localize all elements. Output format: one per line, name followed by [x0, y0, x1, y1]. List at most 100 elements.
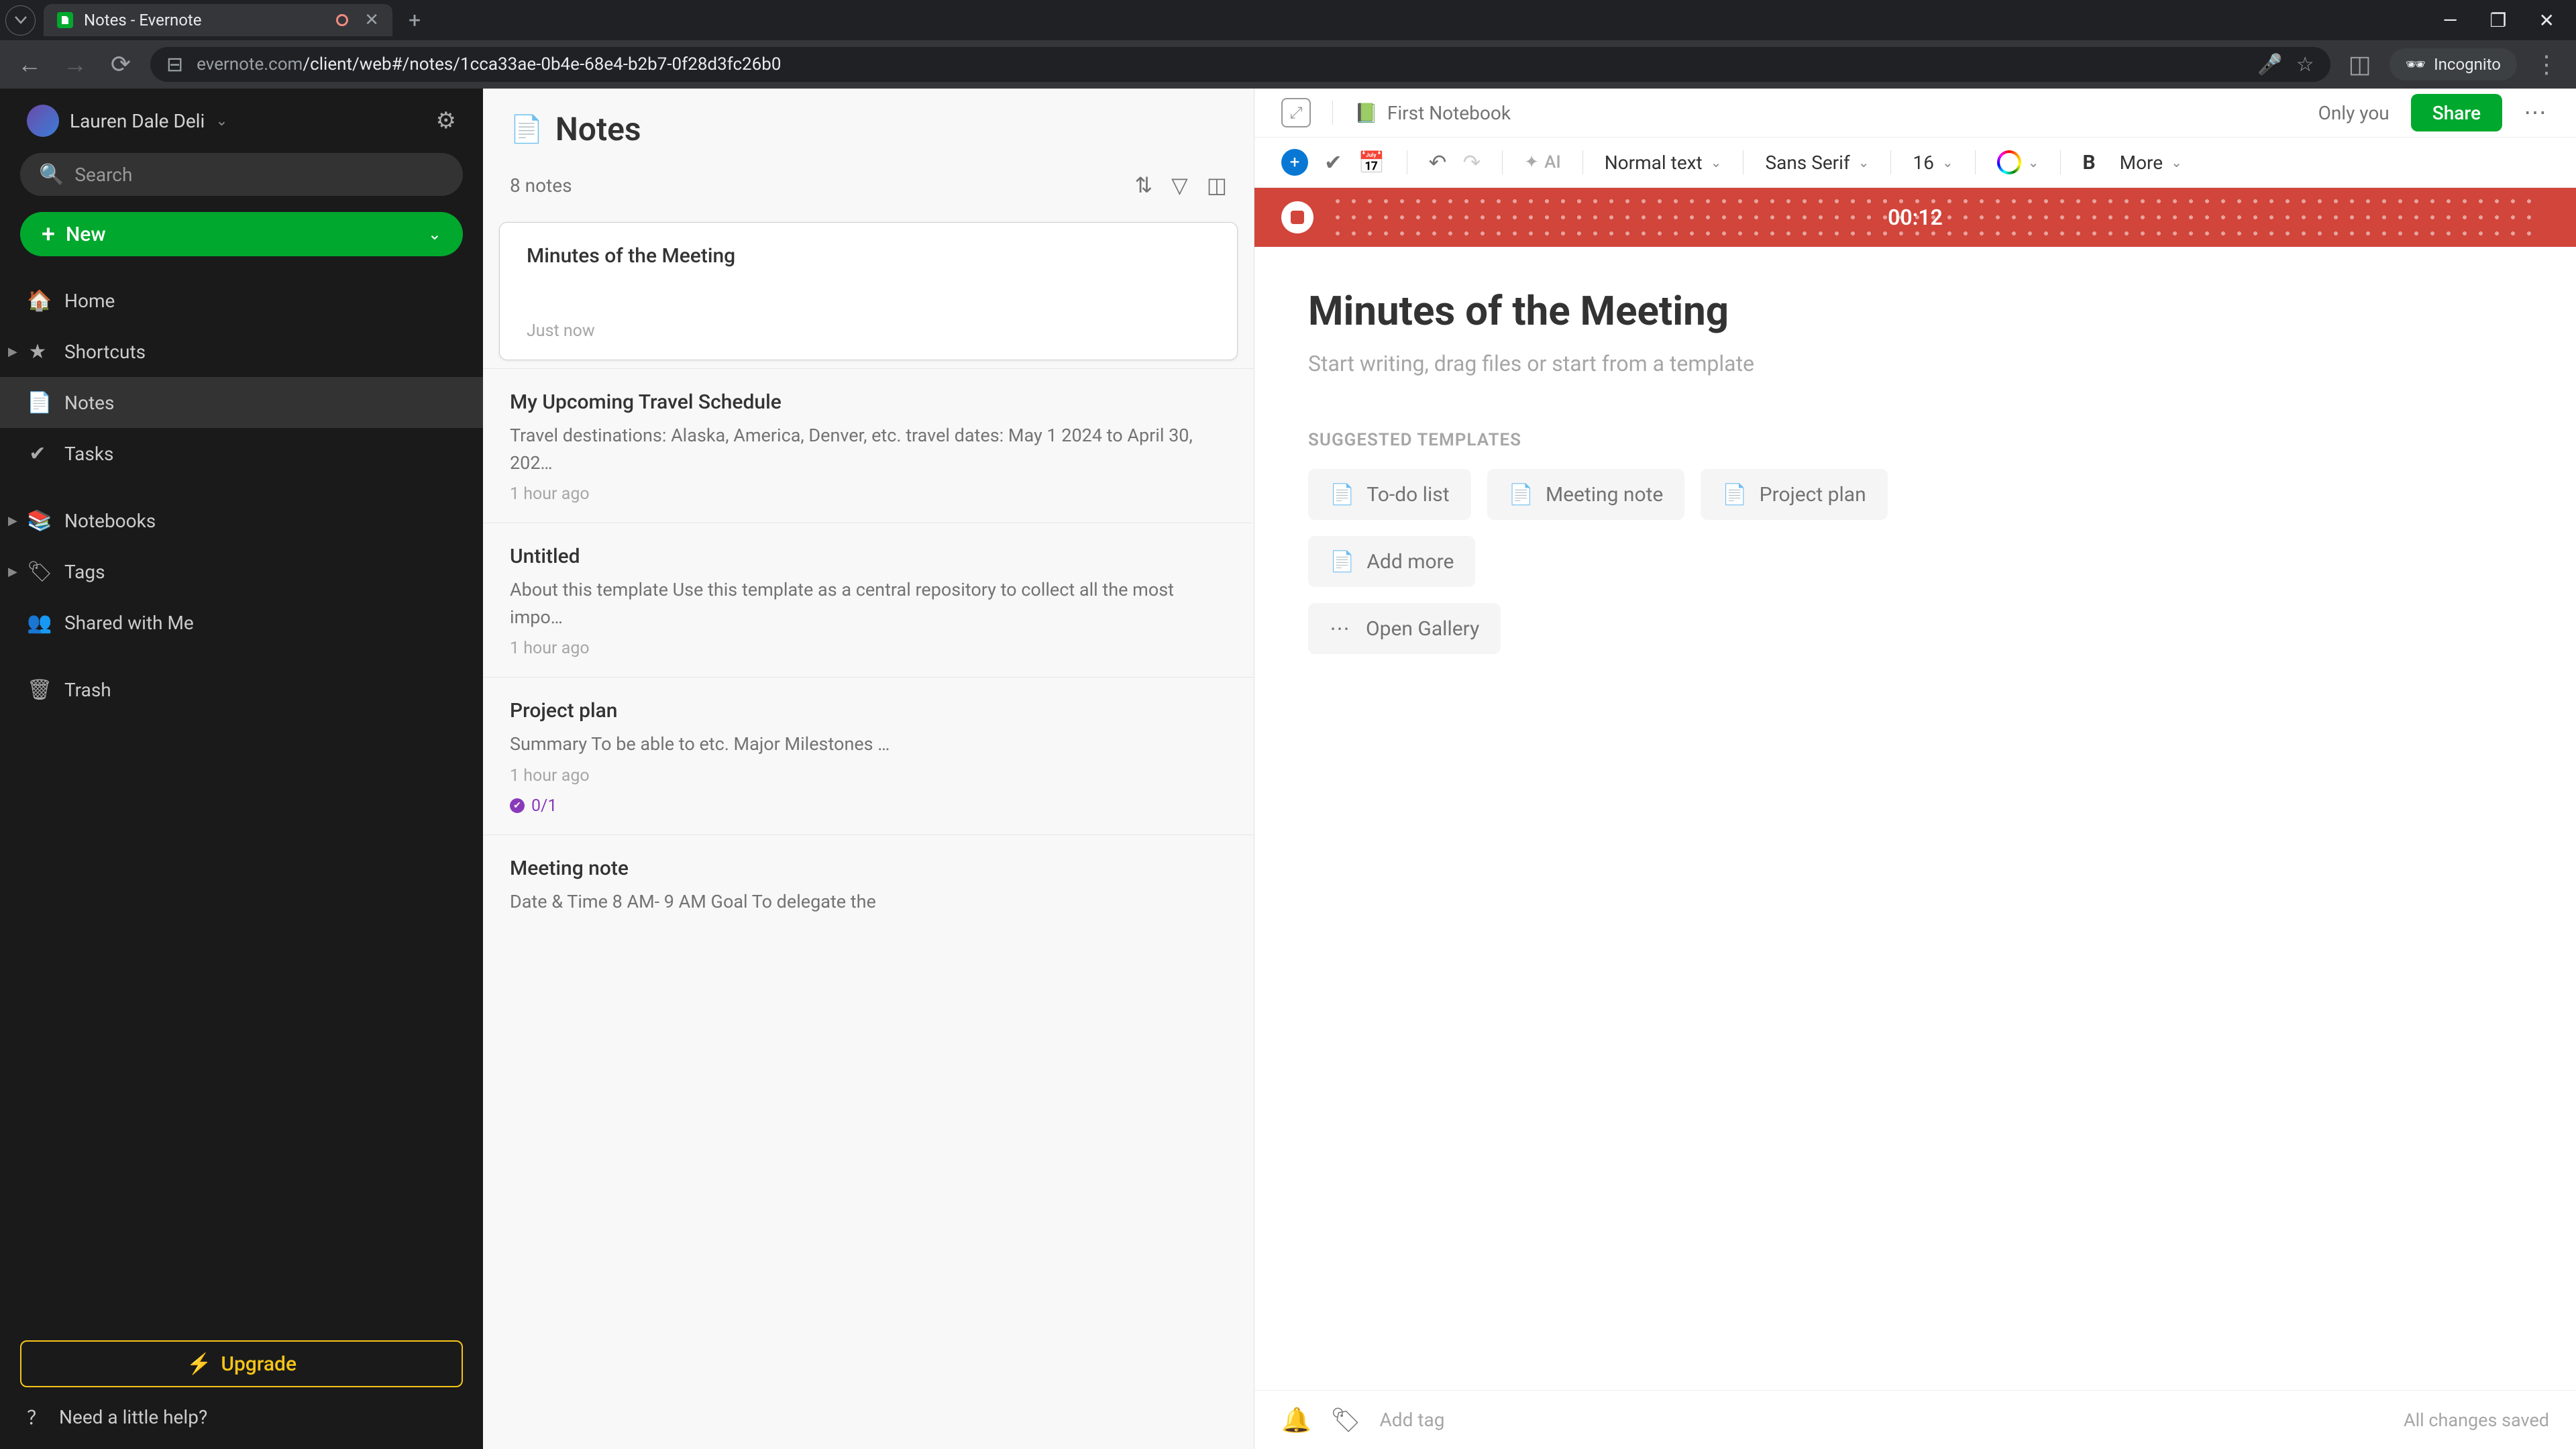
- note-list-item[interactable]: Meeting note Date & Time 8 AM- 9 AM Goal…: [483, 835, 1254, 943]
- note-timestamp: Just now: [527, 321, 1210, 341]
- tag-icon: 🏷: [27, 560, 48, 584]
- nav-label: Home: [64, 290, 115, 312]
- task-icon[interactable]: ✔: [1324, 150, 1342, 175]
- chevron-down-icon[interactable]: ⌄: [428, 225, 441, 244]
- open-gallery-button[interactable]: ⋯ Open Gallery: [1308, 603, 1501, 654]
- sidebar-item-trash[interactable]: 🗑 Trash: [0, 664, 483, 715]
- ai-button[interactable]: ✦ AI: [1524, 152, 1560, 172]
- note-list-item[interactable]: My Upcoming Travel Schedule Travel desti…: [483, 368, 1254, 523]
- notebook-name: First Notebook: [1387, 102, 1511, 124]
- minimize-button[interactable]: —: [2443, 9, 2458, 32]
- note-list-item[interactable]: Project plan Summary To be able to etc. …: [483, 677, 1254, 835]
- share-button[interactable]: Share: [2411, 94, 2502, 131]
- document-icon: 📄: [1722, 483, 1747, 506]
- filter-icon[interactable]: ▽: [1171, 172, 1188, 198]
- font-size-select[interactable]: 16 ⌄: [1913, 152, 1953, 174]
- browser-titlebar: Notes - Evernote ✕ + — ❐ ✕: [0, 0, 2576, 40]
- more-formatting-select[interactable]: More ⌄: [2120, 152, 2182, 174]
- sidebar-item-tasks[interactable]: ✔ Tasks: [0, 428, 483, 479]
- font-family-select[interactable]: Sans Serif ⌄: [1765, 152, 1869, 174]
- editor-toolbar: + ✔ 📅 ↶ ↷ ✦ AI Normal text ⌄ Sans Se: [1254, 137, 2576, 188]
- sidebar-item-notes[interactable]: 📄 Notes: [0, 377, 483, 428]
- new-note-button[interactable]: + New ⌄: [20, 212, 463, 256]
- undo-icon[interactable]: ↶: [1429, 150, 1447, 175]
- note-title: Minutes of the Meeting: [527, 244, 1210, 268]
- reminder-icon[interactable]: 🔔: [1281, 1406, 1311, 1434]
- nav-label: Tasks: [64, 443, 114, 465]
- notebook-icon: 📚: [27, 509, 48, 533]
- expand-caret-icon[interactable]: ▶: [8, 565, 17, 579]
- lightning-icon: ⚡: [186, 1352, 211, 1376]
- incognito-label: Incognito: [2434, 55, 2501, 74]
- note-title-input[interactable]: Minutes of the Meeting: [1308, 287, 2522, 335]
- account-switcher[interactable]: Lauren Dale Deli ⌄ ⚙: [0, 105, 483, 153]
- note-list-item[interactable]: Untitled About this template Use this te…: [483, 523, 1254, 677]
- note-timestamp: 1 hour ago: [510, 484, 1227, 504]
- back-button[interactable]: ←: [13, 50, 46, 78]
- view-toggle-icon[interactable]: ◫: [1207, 172, 1227, 198]
- sparkle-icon: ✦: [1524, 152, 1539, 172]
- sidebar-item-home[interactable]: 🏠 Home: [0, 275, 483, 326]
- bookmark-star-icon[interactable]: ☆: [2296, 53, 2314, 76]
- expand-caret-icon[interactable]: ▶: [8, 345, 17, 359]
- note-list-item[interactable]: Minutes of the Meeting Just now: [499, 222, 1238, 360]
- sidebar-item-shared[interactable]: 👥 Shared with Me: [0, 597, 483, 648]
- help-link[interactable]: ？ Need a little help?: [0, 1403, 483, 1449]
- expand-caret-icon[interactable]: ▶: [8, 514, 17, 528]
- maximize-button[interactable]: ❐: [2489, 9, 2506, 32]
- side-panel-icon[interactable]: ◫: [2344, 50, 2376, 78]
- bold-button[interactable]: B: [2082, 151, 2095, 174]
- text-style-select[interactable]: Normal text ⌄: [1605, 152, 1722, 174]
- add-tag-icon[interactable]: 🏷: [1330, 1406, 1361, 1434]
- search-input[interactable]: 🔍 Search: [20, 153, 463, 196]
- help-label: Need a little help?: [59, 1406, 207, 1428]
- nav-label: Tags: [64, 561, 105, 583]
- browser-menu-icon[interactable]: ⋮: [2530, 50, 2563, 78]
- nav-label: Shortcuts: [64, 341, 146, 363]
- recording-bar: 00:12: [1254, 188, 2576, 247]
- address-bar[interactable]: ⊟ evernote.com/client/web#/notes/1cca33a…: [150, 47, 2330, 82]
- user-name: Lauren Dale Deli: [70, 110, 205, 132]
- browser-tab[interactable]: Notes - Evernote ✕: [44, 4, 392, 36]
- check-circle-icon: ✔: [27, 442, 48, 466]
- editor-body[interactable]: Minutes of the Meeting Start writing, dr…: [1254, 247, 2576, 1390]
- add-more-label: Add more: [1366, 550, 1454, 574]
- template-project-plan[interactable]: 📄 Project plan: [1701, 469, 1887, 520]
- note-preview: About this template Use this template as…: [510, 576, 1227, 631]
- tab-search-dropdown[interactable]: [5, 5, 36, 36]
- site-info-icon[interactable]: ⊟: [166, 53, 183, 76]
- template-label: Meeting note: [1546, 483, 1663, 506]
- window-controls: — ❐ ✕: [2443, 9, 2571, 32]
- template-meeting-note[interactable]: 📄 Meeting note: [1487, 469, 1685, 520]
- sort-icon[interactable]: ⇅: [1134, 172, 1152, 198]
- upgrade-button[interactable]: ⚡ Upgrade: [20, 1340, 463, 1387]
- note-more-menu-icon[interactable]: ⋯: [2524, 99, 2549, 126]
- template-todo-list[interactable]: 📄 To-do list: [1308, 469, 1471, 520]
- incognito-badge[interactable]: 🕶 Incognito: [2390, 48, 2517, 80]
- evernote-favicon-icon: [57, 12, 73, 28]
- new-tab-button[interactable]: +: [409, 7, 421, 33]
- calendar-icon[interactable]: 📅: [1358, 150, 1385, 175]
- stop-recording-button[interactable]: [1281, 201, 1313, 233]
- settings-gear-icon[interactable]: ⚙: [436, 107, 456, 134]
- notebook-selector[interactable]: 📗 First Notebook: [1354, 102, 1511, 124]
- visibility-label[interactable]: Only you: [2318, 102, 2390, 124]
- sidebar-item-tags[interactable]: ▶ 🏷 Tags: [0, 546, 483, 597]
- text-color-select[interactable]: ⌄: [1997, 150, 2039, 174]
- close-window-button[interactable]: ✕: [2539, 9, 2555, 32]
- insert-button[interactable]: +: [1281, 149, 1308, 176]
- note-title: Meeting note: [510, 857, 1227, 880]
- save-status: All changes saved: [2404, 1409, 2549, 1431]
- add-more-templates-button[interactable]: 📄 Add more: [1308, 536, 1475, 587]
- notes-icon: 📄: [510, 113, 543, 145]
- sidebar-item-shortcuts[interactable]: ▶ ★ Shortcuts: [0, 326, 483, 377]
- voice-search-icon[interactable]: 🎤: [2257, 53, 2282, 76]
- close-tab-icon[interactable]: ✕: [364, 10, 379, 30]
- sidebar-item-notebooks[interactable]: ▶ 📚 Notebooks: [0, 495, 483, 546]
- new-label: New: [66, 223, 106, 246]
- expand-note-icon[interactable]: ⤢: [1281, 98, 1311, 127]
- task-progress-badge: ✔ 0/1: [510, 796, 557, 816]
- reload-button[interactable]: ⟳: [105, 50, 137, 78]
- add-tag-input[interactable]: Add tag: [1380, 1409, 1445, 1431]
- share-label: Share: [2432, 102, 2481, 124]
